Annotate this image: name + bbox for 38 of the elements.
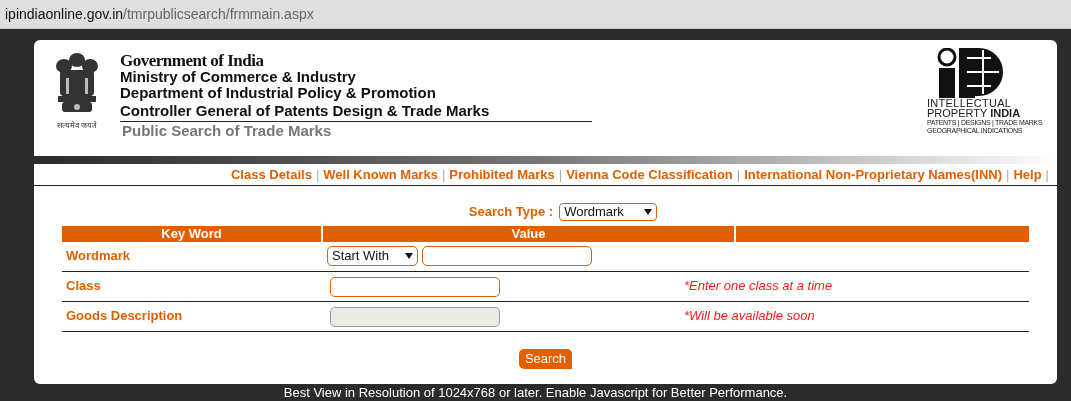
- field-note: *Will be available soon: [684, 307, 815, 326]
- nav-link[interactable]: Vienna Code Classification: [562, 164, 737, 185]
- caret-icon: [405, 253, 413, 259]
- link-separator: |: [1045, 165, 1049, 184]
- field-note: *Enter one class at a time: [684, 277, 833, 296]
- emblem-motto: सत्यमेव जयते: [56, 122, 98, 130]
- ip-logo-text: INTELLECTUAL: [927, 98, 1012, 108]
- ip-logo-text: PROPERTY INDIA: [927, 108, 1021, 119]
- nav-link[interactable]: Help: [1009, 164, 1046, 185]
- column-header: Key Word: [62, 225, 321, 242]
- match-select[interactable]: Start With: [327, 246, 418, 266]
- footer-note: Best View in Resolution of 1024x768 or later. Enable Javascript for Better Performance.: [282, 385, 789, 401]
- caret-icon: [644, 208, 653, 215]
- header-line: Controller General of Patents Design & Trade Marks: [120, 103, 491, 119]
- page-subtitle: Public Search of Trade Marks: [121, 122, 333, 140]
- header-line: Department of Industrial Policy & Promotion: [120, 85, 437, 101]
- address-bar[interactable]: ipindiaonline.gov.in/tmrpublicsearch/frmmain.aspx: [0, 0, 1071, 29]
- url-text: ipindiaonline.gov.in/tmrpublicsearch/frmmain.aspx: [5, 4, 314, 24]
- row-label: Goods Description: [65, 307, 184, 326]
- search-button[interactable]: Search: [518, 348, 573, 369]
- link-separator: |: [736, 165, 741, 184]
- nav-link[interactable]: Prohibited Marks: [445, 164, 559, 185]
- text-field[interactable]: [330, 276, 500, 297]
- link-separator: |: [558, 165, 563, 184]
- column-header: Value: [323, 225, 734, 242]
- nav-link[interactable]: Well Known Marks: [319, 164, 442, 185]
- search-type-label: Search Type :: [468, 203, 554, 221]
- header-line: Ministry of Commerce & Industry: [120, 69, 357, 85]
- nav-link[interactable]: Class Details: [226, 164, 316, 185]
- wordmark-field[interactable]: [422, 246, 592, 266]
- search-type-select[interactable]: Wordmark: [559, 202, 658, 221]
- row-label: Class: [65, 277, 102, 296]
- link-separator: |: [315, 165, 320, 184]
- row-label: Wordmark: [65, 247, 132, 266]
- header-line: Government of India: [120, 53, 265, 69]
- link-separator: |: [441, 165, 446, 184]
- nav-link[interactable]: International Non-Proprietary Names(INN): [740, 164, 1007, 185]
- link-separator: |: [1006, 165, 1010, 184]
